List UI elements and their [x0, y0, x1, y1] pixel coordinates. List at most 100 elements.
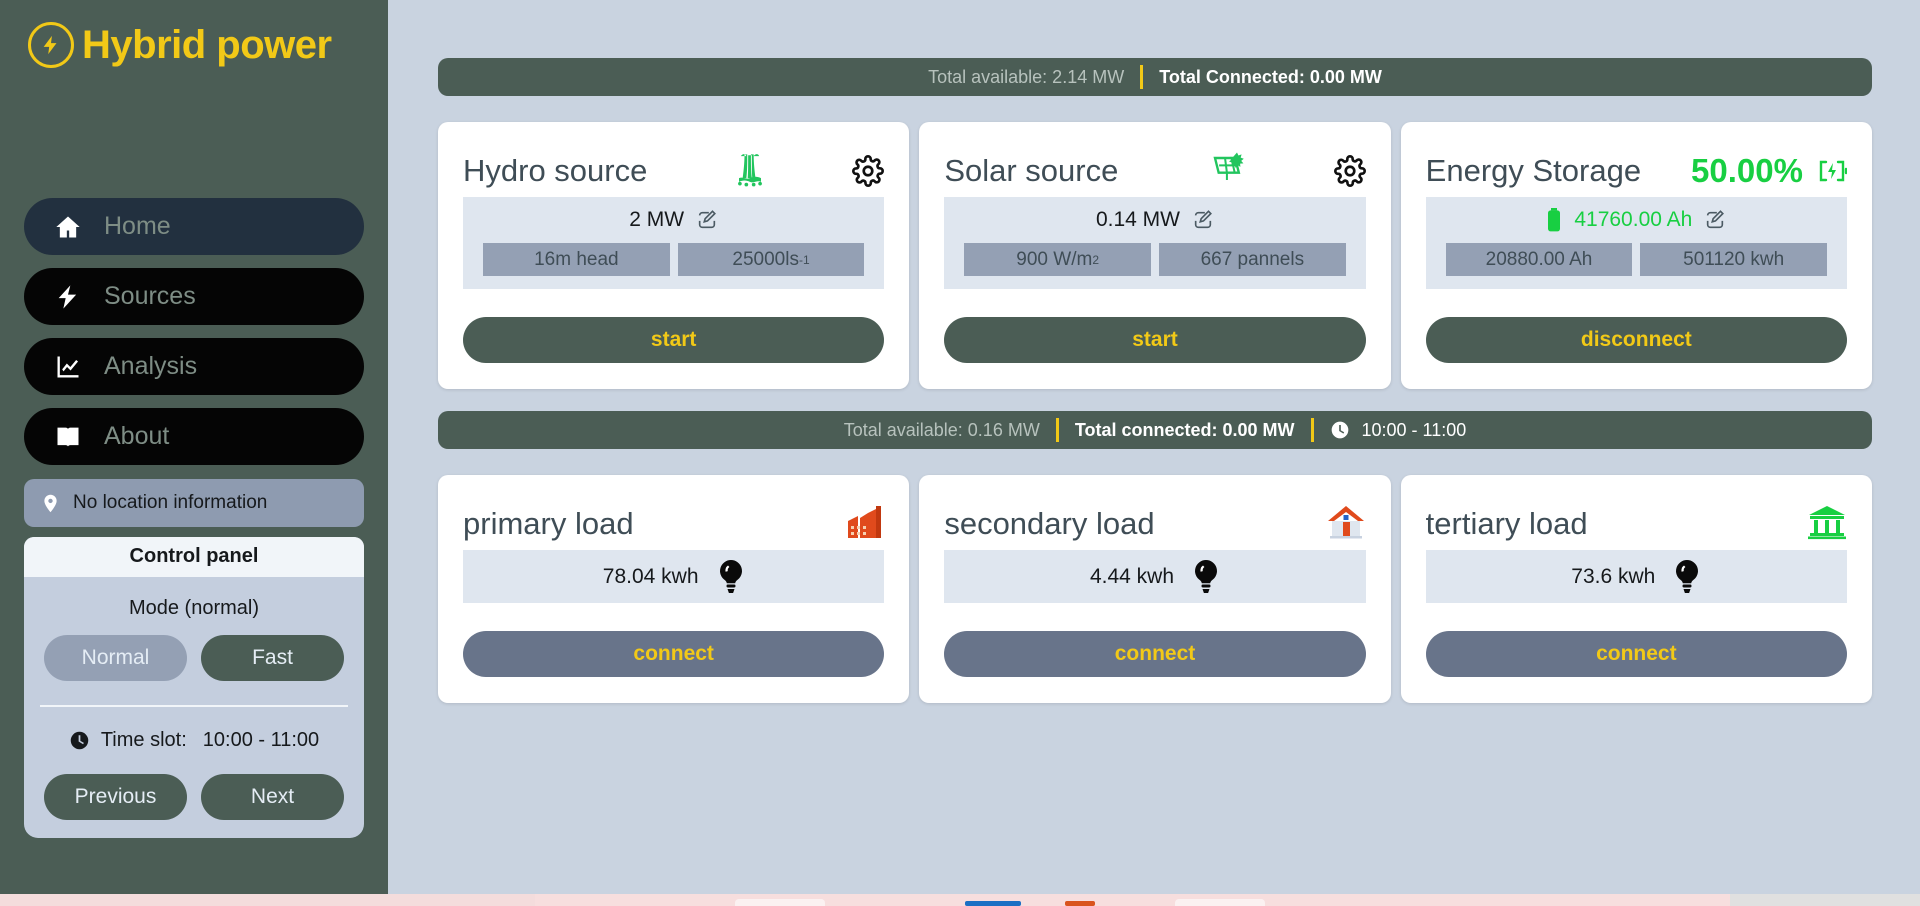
tertiary-load-connect-button[interactable]: connect — [1425, 631, 1847, 677]
location-text: No location information — [73, 492, 268, 513]
hydro-source-card: Hydro source 2 MW 16m head 25000ls -1 st… — [438, 122, 910, 389]
card-header: secondary load — [944, 498, 1365, 550]
edit-icon[interactable] — [1192, 209, 1214, 231]
primary-load-connect-button[interactable]: connect — [463, 631, 885, 677]
sub-metrics: 16m head 25000ls -1 — [463, 243, 885, 289]
sidebar-item-analysis[interactable]: Analysis — [24, 338, 364, 395]
taskbar-chip[interactable] — [735, 899, 825, 906]
card-header: Solar source — [944, 145, 1366, 197]
sidebar-item-sources[interactable]: Sources — [24, 268, 364, 325]
load-value: 4.44 kwh — [1089, 564, 1175, 588]
timeslot-row: Time slot: 10:00 - 11:00 — [24, 707, 364, 774]
load-metric: 4.44 kwh — [944, 550, 1366, 603]
sub-chip-text: 20880.00 Ah — [1485, 248, 1593, 270]
sidebar-item-label: Home — [104, 212, 171, 240]
sources-card-row: Hydro source 2 MW 16m head 25000ls -1 st… — [438, 122, 1872, 389]
loads-timeslot: 10:00 - 11:00 — [1314, 420, 1483, 441]
lightbulb-icon — [1673, 559, 1701, 595]
next-button[interactable]: Next — [201, 774, 344, 820]
sub-chip-sup: 2 — [1092, 252, 1100, 267]
sources-status-bar: Total available: 2.14 MW Total Connected… — [438, 58, 1872, 96]
load-value: 73.6 kwh — [1571, 564, 1656, 588]
sources-total-connected: Total Connected: 0.00 MW — [1159, 66, 1382, 87]
loads-card-row: primary load 78.04 kwh connect secondary… — [438, 475, 1872, 703]
taskbar-indicator[interactable] — [965, 901, 1021, 906]
card-title: secondary load — [944, 506, 1155, 541]
gear-icon[interactable] — [852, 155, 885, 187]
power-metric: 0.14 MW — [944, 197, 1366, 243]
bank-icon — [1807, 504, 1847, 545]
sub-chip: 25000ls -1 — [677, 243, 865, 276]
sub-chip: 900 W/m 2 — [964, 243, 1151, 276]
control-panel: Control panel Mode (normal) Normal Fast … — [24, 537, 364, 838]
sub-chip: 667 pannels — [1159, 243, 1346, 276]
house-icon — [1326, 504, 1366, 545]
chart-line-icon — [54, 353, 82, 381]
gear-icon[interactable] — [1333, 155, 1366, 187]
storage-percent: 50.00% — [1691, 152, 1803, 189]
loads-total-connected: Total connected: 0.00 MW — [1074, 419, 1295, 440]
taskbar-left — [0, 894, 535, 906]
sub-metrics: 900 W/m 2 667 pannels — [944, 243, 1366, 289]
sub-chip: 20880.00 Ah — [1445, 243, 1633, 276]
timeslot-label: Time slot: — [100, 729, 187, 751]
waterfall-icon — [728, 147, 772, 196]
solar-source-card: Solar source 0.14 MW 900 W/m 2 667 panne… — [919, 122, 1391, 389]
tertiary-load-card: tertiary load 73.6 kwh connect — [1400, 475, 1872, 703]
main-content: Total available: 2.14 MW Total Connected… — [388, 0, 1920, 894]
control-panel-title: Control panel — [24, 537, 364, 577]
sidebar-item-label: Analysis — [104, 352, 198, 380]
clock-icon — [1331, 421, 1348, 439]
load-value: 78.04 kwh — [602, 564, 699, 588]
os-taskbar[interactable] — [0, 894, 1920, 906]
previous-button[interactable]: Previous — [44, 774, 187, 820]
mode-label: Mode (normal) — [128, 597, 260, 619]
loads-timeslot-value: 10:00 - 11:00 — [1361, 419, 1467, 440]
brand-title: Hybrid power — [82, 23, 332, 67]
capacity-metric: 41760.00 Ah — [1425, 197, 1847, 243]
brand: Hybrid power — [24, 0, 364, 68]
mode-normal-button[interactable]: Normal — [44, 635, 187, 681]
sidebar-item-home[interactable]: Home — [24, 198, 364, 255]
location-status[interactable]: No location information — [24, 479, 364, 527]
sidebar-item-about[interactable]: About — [24, 408, 364, 465]
secondary-load-connect-button[interactable]: connect — [944, 631, 1366, 677]
load-metric: 73.6 kwh — [1425, 550, 1847, 603]
hydro-start-button[interactable]: start — [463, 317, 885, 363]
lightbulb-icon — [717, 559, 745, 595]
mode-fast-button[interactable]: Fast — [201, 635, 344, 681]
edit-icon[interactable] — [1704, 209, 1726, 231]
app-root: Hybrid power Home Sources Analysis About… — [0, 0, 1920, 906]
clock-icon — [70, 731, 89, 750]
sidebar: Hybrid power Home Sources Analysis About… — [0, 0, 388, 894]
storage-disconnect-button[interactable]: disconnect — [1425, 317, 1847, 363]
taskbar-chip[interactable] — [1175, 899, 1265, 906]
lightning-bolt-circle-icon — [28, 22, 74, 68]
lightbulb-icon — [1192, 559, 1220, 595]
solar-start-button[interactable]: start — [944, 317, 1366, 363]
card-title: Hydro source — [463, 153, 648, 188]
card-title: tertiary load — [1425, 506, 1588, 541]
sidebar-item-label: About — [104, 422, 170, 450]
taskbar-indicator[interactable] — [1065, 901, 1095, 906]
edit-icon[interactable] — [696, 209, 718, 231]
sub-chip-text: 16m head — [534, 248, 619, 270]
card-title: Energy Storage — [1425, 153, 1642, 188]
sub-chip: 501120 kwh — [1640, 243, 1827, 276]
sub-chip-text: 25000ls — [732, 248, 799, 270]
sub-chip-sup: -1 — [798, 252, 810, 267]
sub-metrics: 20880.00 Ah 501120 kwh — [1425, 243, 1847, 289]
sources-total-available: Total available: 2.14 MW — [928, 66, 1125, 87]
solar-panel-icon — [1204, 147, 1248, 196]
loads-status-bar: Total available: 0.16 MW Total connected… — [438, 411, 1872, 449]
taskbar-middle — [535, 894, 1730, 906]
card-header: Energy Storage 50.00% — [1426, 145, 1847, 197]
card-header: primary load — [463, 498, 884, 550]
taskbar-right — [1730, 894, 1920, 906]
power-value: 0.14 MW — [1095, 208, 1180, 231]
factory-icon — [844, 504, 884, 545]
sub-chip-text: 667 pannels — [1200, 248, 1305, 270]
sub-chip: 16m head — [483, 243, 670, 276]
sidebar-nav: Home Sources Analysis About — [24, 198, 364, 465]
card-title: primary load — [463, 506, 634, 541]
